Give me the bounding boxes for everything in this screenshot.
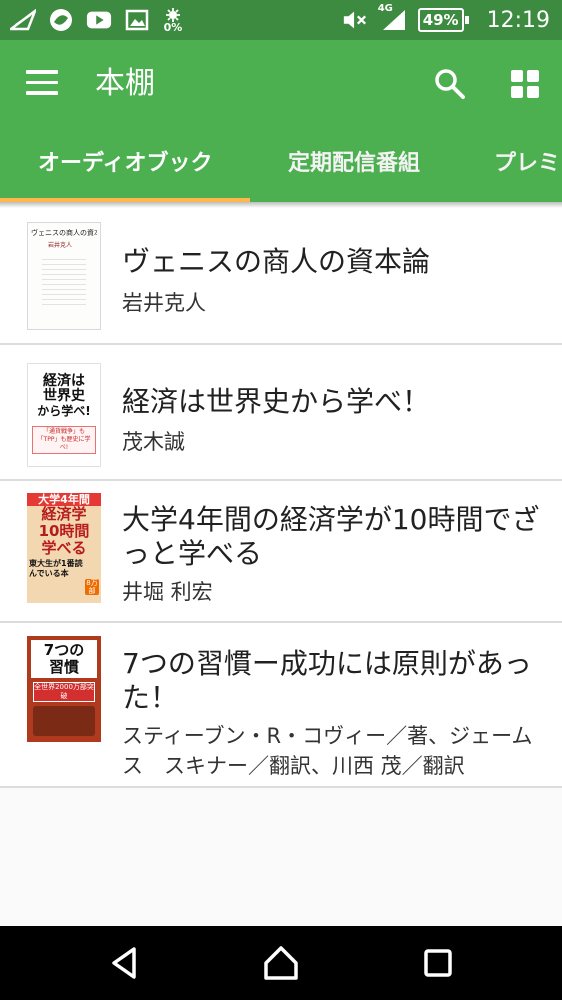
book-author: 茂木誠 [122,430,185,454]
clock: 12:19 [486,7,550,33]
cover-line: 経済学 [41,505,87,523]
tab-bar: オーディオブック 定期配信番組 プレミア [0,128,562,202]
book-title: 大学4年間の経済学が10時間でざっと学べる [122,503,540,570]
search-icon[interactable] [432,66,468,102]
system-icons: 4G 49% 12:19 [342,3,550,35]
cover-line: 10時間 [38,522,90,540]
grid-view-icon[interactable] [508,67,542,101]
tab-regular-programs[interactable]: 定期配信番組 [288,128,420,202]
book-list: ヴェニスの商人の資本論 岩井克人 ヴェニスの商人の資本論 岩井克人 経済は 世界… [0,202,562,788]
app-logo-icon [48,7,74,33]
app-toolbar: 本棚 [0,40,562,128]
menu-icon[interactable] [26,70,60,98]
battery-icon: 49% [417,8,469,32]
book-title: 経済は世界史から学べ！ [122,385,431,418]
signal-icon: 4G [378,3,408,33]
book-cover: 7つの 習慣 全世界2000万部突破 [27,636,101,742]
mute-icon [342,7,368,33]
cover-line: 世界史 [43,388,85,404]
page-title: 本棚 [95,66,155,101]
cover-title: ヴェニスの商人の資本論 [31,229,97,237]
cover-line: 経済は [43,373,85,389]
book-title: ヴェニスの商人の資本論 [122,245,431,278]
tab-premium[interactable]: プレミア [494,128,562,202]
image-icon [124,7,150,33]
book-cover: 大学4年間 経済学 10時間 学べる 東大生が1番読んでいる本 8万部 [27,493,101,603]
data-saver-icon: 0% [162,7,184,33]
home-icon[interactable] [261,943,301,983]
navigation-bar [0,926,562,1000]
tab-audiobook[interactable]: オーディオブック [38,128,212,202]
book-author: 井堀 利宏 [122,580,213,604]
book-title: 7つの習慣ー成功には原則があった！ [122,647,532,714]
list-item[interactable]: 7つの 習慣 全世界2000万部突破 7つの習慣ー成功には原則があった！ スティ… [0,623,562,788]
book-cover: ヴェニスの商人の資本論 岩井克人 [27,222,101,330]
list-item[interactable]: 大学4年間 経済学 10時間 学べる 東大生が1番読んでいる本 8万部 大学4年… [0,481,562,623]
book-cover: 経済は 世界史 から学べ! 「通貨戦争」も「TPP」も歴史に学べ! [27,363,101,467]
cover-line: から学べ! [37,404,91,418]
battery-level: 49% [417,8,464,32]
cover-author: 岩井克人 [48,242,73,249]
recents-icon[interactable] [418,943,458,983]
list-item[interactable]: 経済は 世界史 から学べ! 「通貨戦争」も「TPP」も歴史に学べ! 経済は世界史… [0,345,562,481]
cover-line: 学べる [41,539,87,557]
tab-shadow [0,202,562,208]
network-type-label: 4G [377,3,393,14]
back-icon[interactable] [106,943,146,983]
list-item[interactable]: ヴェニスの商人の資本論 岩井克人 ヴェニスの商人の資本論 岩井克人 [0,202,562,345]
cover-badge: 8万部 [85,579,99,595]
status-bar: 0% 4G 49% 12:19 [0,0,562,40]
cover-tag: 東大生が1番読んでいる本 [29,559,83,578]
send-icon [10,7,36,33]
book-author: 岩井克人 [122,291,206,315]
data-usage-label: 0% [163,20,183,34]
youtube-icon [86,7,112,33]
book-author: スティーブン・R・コヴィー／著、ジェームス スキナー／翻訳、川西 茂／翻訳 [122,724,533,778]
cover-line: 習慣 [48,658,79,676]
notification-icons: 0% [10,5,184,35]
cover-badge: 全世界2000万部突破 [33,682,95,702]
cover-line: 7つの [43,641,85,659]
cover-band: 「通貨戦争」も「TPP」も歴史に学べ! [32,426,96,454]
